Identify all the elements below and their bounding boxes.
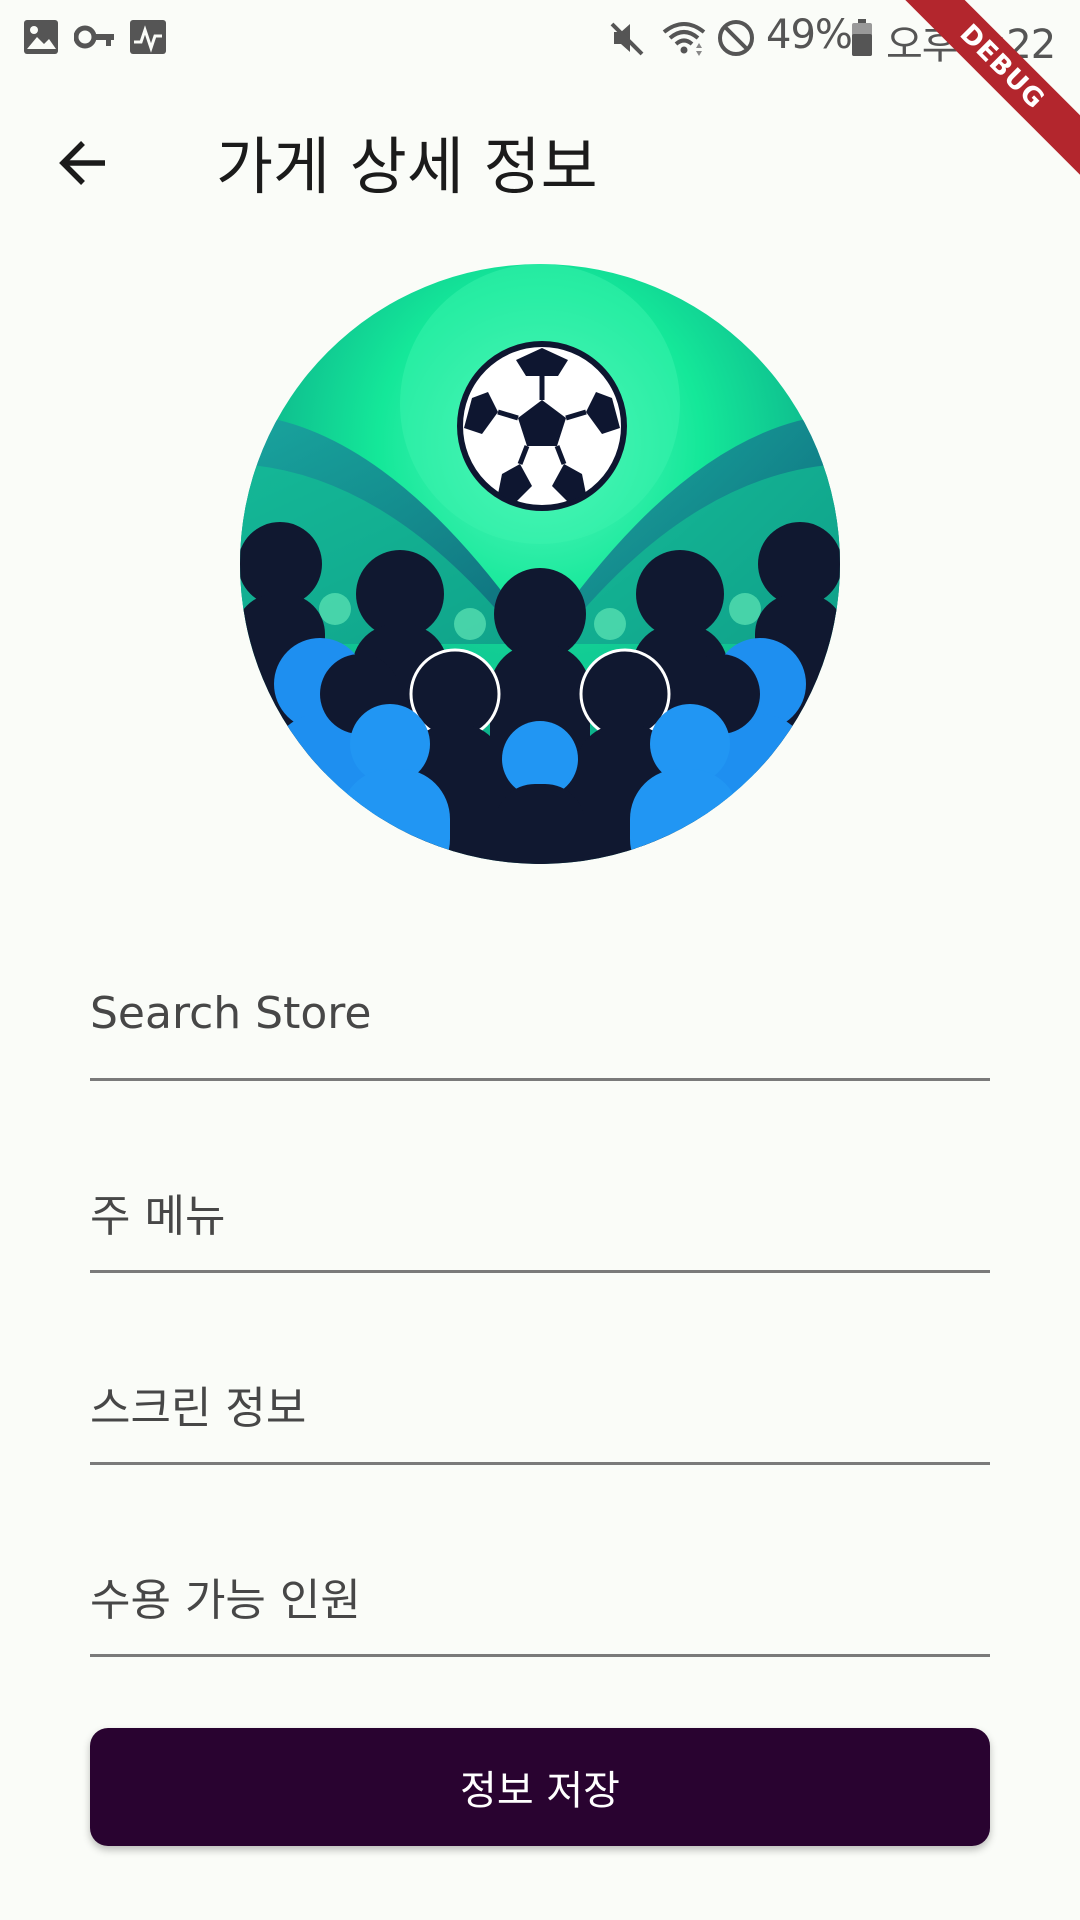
search-store-field[interactable]: Search Store [90, 928, 990, 1081]
wifi-icon [660, 18, 708, 62]
activity-icon [128, 18, 168, 60]
save-button[interactable]: 정보 저장 [90, 1728, 990, 1846]
back-button[interactable] [38, 120, 128, 210]
main-menu-label: 주 메뉴 [90, 1191, 226, 1242]
capacity-field[interactable]: 수용 가능 인원 [90, 1504, 990, 1657]
soccer-ball-icon [457, 341, 627, 511]
battery-icon [850, 18, 874, 62]
gallery-icon [22, 18, 60, 60]
search-store-label: Search Store [90, 988, 372, 1039]
battery-percent: 49% [766, 12, 853, 58]
screen-info-field[interactable]: 스크린 정보 [90, 1312, 990, 1465]
store-image[interactable] [240, 264, 840, 864]
capacity-label: 수용 가능 인원 [90, 1575, 361, 1626]
clock: 오후 9:22 [886, 22, 1056, 68]
page-title: 가게 상세 정보 [216, 130, 598, 203]
mute-icon [608, 18, 646, 62]
block-icon [716, 18, 756, 62]
screen-info-label: 스크린 정보 [90, 1383, 307, 1434]
key-icon [73, 18, 116, 60]
arrow-back-icon [55, 135, 111, 195]
status-bar: 49% 오후 9:22 [0, 0, 1080, 80]
save-button-label: 정보 저장 [460, 1768, 620, 1814]
app-bar: 가게 상세 정보 [0, 80, 1080, 230]
main-menu-field[interactable]: 주 메뉴 [90, 1120, 990, 1273]
